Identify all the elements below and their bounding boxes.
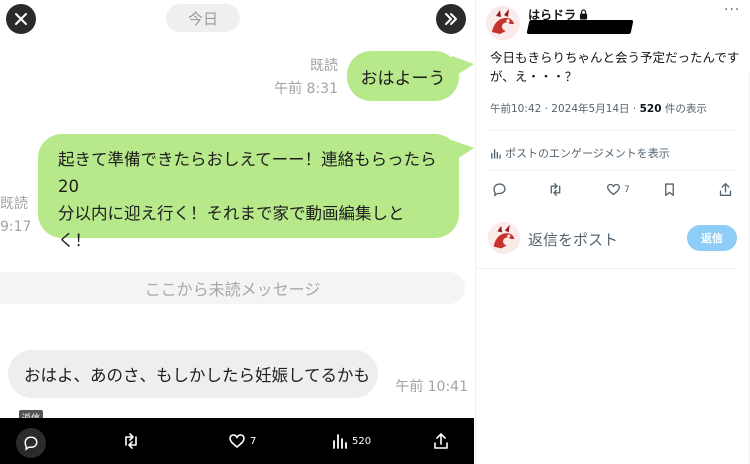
divider	[490, 170, 738, 171]
share-button[interactable]	[432, 428, 450, 454]
retweet-button[interactable]	[548, 182, 563, 197]
message-line: 分以内に迎え行く！それまで家で動画編集しと	[58, 204, 405, 223]
chat-screenshot-image: 今日 既読 午前 8:31 おはよーう 既読 9:17 起きて準備できたらおしえ…	[0, 0, 474, 418]
tweet-timestamp: 午前10:42 · 2024年5月14日 · 520 件の表示	[490, 103, 707, 115]
message-line: 起きて準備できたらおしえてーー！連絡もらったら20	[58, 150, 437, 196]
sent-message-bubble: おはよーう	[347, 51, 459, 101]
next-media-button[interactable]	[436, 4, 466, 34]
bar-chart-icon	[333, 434, 347, 449]
redacted-handle	[526, 20, 634, 34]
dragon-avatar-icon	[488, 222, 520, 254]
like-button[interactable]: 7	[606, 182, 630, 197]
retweet-icon	[550, 183, 561, 196]
bar-chart-icon	[491, 148, 501, 159]
message-time: 午前 8:31	[274, 81, 338, 97]
tweet-actions: 7	[476, 182, 750, 202]
engagement-label: ポストのエンゲージメントを表示	[505, 147, 670, 160]
speech-bubble-icon	[493, 183, 506, 197]
like-button[interactable]: 7	[228, 428, 256, 454]
bubble-tail	[452, 140, 474, 162]
view-count: 520	[639, 103, 662, 115]
message-line: く！	[58, 231, 91, 250]
more-options-button[interactable]: ···	[724, 2, 740, 18]
message-time-cut: 9:17	[0, 219, 32, 235]
double-chevron-right-icon	[445, 13, 457, 25]
share-button[interactable]	[718, 182, 733, 197]
media-action-bar: 7 520	[0, 418, 474, 464]
tweet-text: 今日もきらりちゃんと会う予定だったんですが、え・・・？	[490, 50, 740, 84]
bubble-tail	[452, 56, 474, 78]
view-engagement-link[interactable]: ポストのエンゲージメントを表示	[490, 145, 670, 161]
views-button[interactable]: 520	[330, 428, 371, 454]
retweet-icon	[125, 433, 137, 449]
avatar[interactable]	[486, 6, 520, 40]
heart-icon	[606, 183, 621, 196]
view-count: 520	[352, 435, 372, 447]
divider	[490, 130, 738, 131]
bookmark-icon	[665, 183, 674, 196]
like-count: 7	[250, 435, 257, 447]
reply-composer: 返信をポスト 返信	[476, 216, 750, 260]
views-suffix: 件の表示	[664, 103, 707, 115]
reply-button[interactable]	[16, 428, 46, 458]
share-icon	[719, 183, 732, 196]
sent-message-bubble-long: 起きて準備できたらおしえてーー！連絡もらったら20 分以内に迎え行く！それまで家…	[38, 134, 459, 250]
bookmark-button[interactable]	[662, 182, 677, 197]
divider	[476, 268, 737, 269]
lock-icon	[579, 9, 588, 20]
media-viewer: 今日 既読 午前 8:31 おはよーう 既読 9:17 起きて準備できたらおしえ…	[0, 0, 474, 464]
heart-icon	[229, 434, 245, 449]
unread-divider: ここから未読メッセージ	[0, 272, 465, 304]
reply-submit-button[interactable]: 返信	[687, 225, 737, 251]
like-count: 7	[624, 184, 630, 195]
retweet-button[interactable]	[122, 428, 140, 454]
tweet-time[interactable]: 午前10:42	[490, 103, 541, 115]
read-receipt: 既読	[310, 58, 338, 74]
close-button[interactable]	[6, 4, 36, 34]
speech-bubble-icon	[24, 436, 38, 451]
avatar	[488, 222, 520, 254]
read-receipt-cut: 既読	[0, 196, 28, 212]
close-icon	[15, 13, 27, 25]
reply-button[interactable]	[492, 182, 507, 197]
received-message-bubble: おはよ、あのさ、もしかしたら妊娠してるかも	[8, 350, 378, 398]
dragon-avatar-icon	[486, 6, 520, 40]
tweet-detail-pane: はらドラ ··· 今日もきらりちゃんと会う予定だったんですが、え・・・？ 午前1…	[475, 0, 750, 464]
tweet-date[interactable]: 2024年5月14日	[551, 103, 629, 115]
message-time: 午前 10:41	[395, 379, 468, 395]
reply-input[interactable]: 返信をポスト	[528, 229, 618, 250]
chat-date-label: 今日	[166, 4, 240, 32]
share-icon	[434, 433, 448, 449]
